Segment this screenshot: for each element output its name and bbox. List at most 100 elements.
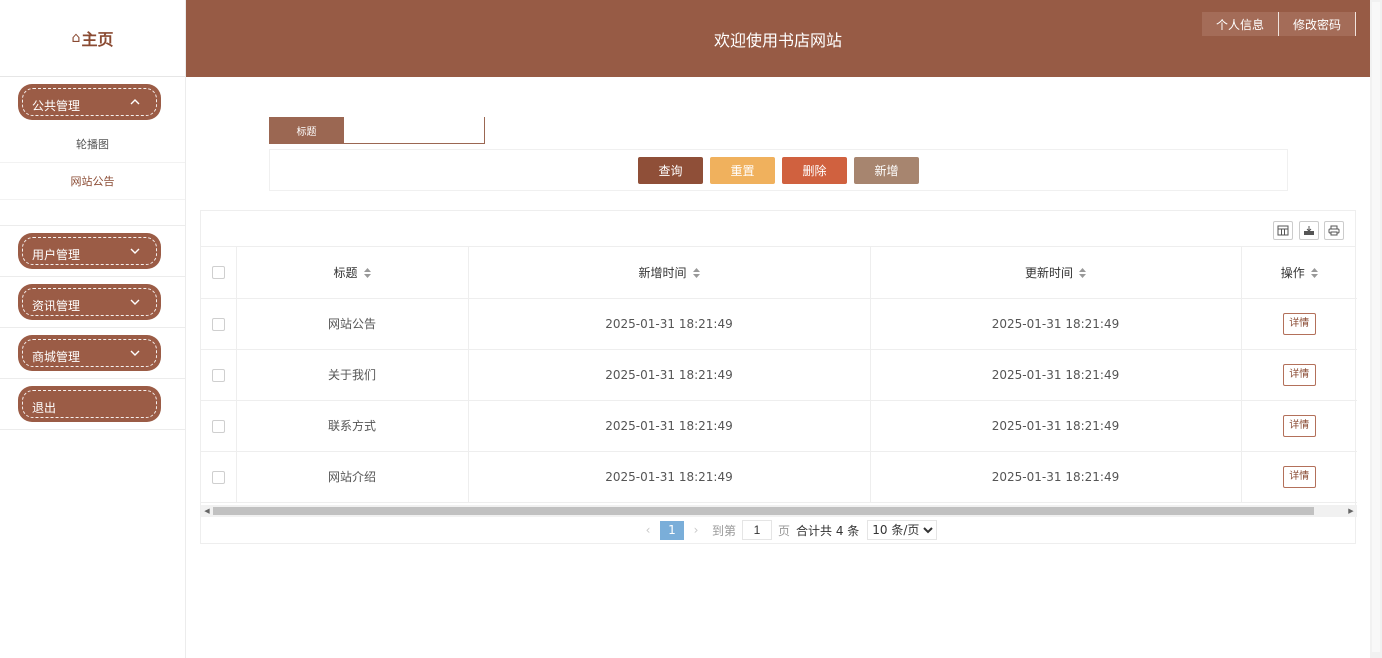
cell-updated: 2025-01-31 18:21:49 (870, 400, 1242, 452)
row-checkbox[interactable] (211, 419, 225, 433)
menu-group-news: 资讯管理 (0, 277, 185, 328)
select-all-checkbox[interactable] (211, 266, 225, 280)
menu-mall-management[interactable]: 商城管理 (18, 335, 161, 371)
title-search-input[interactable] (344, 117, 485, 144)
cell-title: 网站介绍 (236, 451, 469, 503)
action-bar: 查询 重置 删除 新增 (269, 149, 1288, 191)
cell-updated: 2025-01-31 18:21:49 (870, 298, 1242, 350)
menu-label: 退出 (32, 401, 57, 415)
cell-actions: 详情 (1241, 451, 1357, 503)
page-title: 欢迎使用书店网站 (713, 31, 842, 50)
row-select-cell (201, 400, 237, 452)
query-button[interactable]: 查询 (638, 157, 703, 184)
menu-group-users: 用户管理 (0, 226, 185, 277)
cell-created: 2025-01-31 18:21:49 (468, 349, 871, 401)
table-row: 关于我们 2025-01-31 18:21:49 2025-01-31 18:2… (201, 349, 1357, 401)
column-label: 新增时间 (638, 265, 687, 280)
top-header: 欢迎使用书店网站 个人信息 修改密码 (186, 0, 1370, 77)
header-actions: 个人信息 修改密码 (1201, 12, 1356, 36)
menu-group-mall: 商城管理 (0, 328, 185, 379)
menu-news-management[interactable]: 资讯管理 (18, 284, 161, 320)
goto-label: 到第 (712, 523, 737, 538)
menu-label: 商城管理 (32, 350, 81, 364)
menu-label: 资讯管理 (32, 299, 81, 313)
cell-created: 2025-01-31 18:21:49 (468, 298, 871, 350)
column-label: 标题 (333, 265, 358, 280)
search-label: 标题 (269, 117, 344, 144)
menu-label: 用户管理 (32, 248, 81, 262)
row-select-cell (201, 349, 237, 401)
scroll-right-icon[interactable]: ▶ (1345, 505, 1357, 517)
cell-title: 关于我们 (236, 349, 469, 401)
cell-actions: 详情 (1241, 400, 1357, 452)
table-panel: 标题 新增时间 更新时间 操作 网站公告 2025-01-31 18:21:49… (200, 210, 1357, 544)
column-header-created[interactable]: 新增时间 (468, 247, 871, 299)
detail-button[interactable]: 详情 (1282, 312, 1316, 335)
table-row: 联系方式 2025-01-31 18:21:49 2025-01-31 18:2… (201, 400, 1357, 452)
export-icon[interactable] (1299, 221, 1319, 240)
column-label: 操作 (1280, 265, 1305, 280)
chevron-down-icon (129, 245, 141, 257)
sidebar-item-carousel[interactable]: 轮播图 (0, 120, 185, 163)
column-header-updated[interactable]: 更新时间 (870, 247, 1242, 299)
table-header-row: 标题 新增时间 更新时间 操作 (201, 247, 1357, 299)
print-icon[interactable] (1324, 221, 1344, 240)
home-logo[interactable]: ⌂ 主页 (0, 0, 185, 77)
sort-icon (1079, 267, 1086, 278)
menu-public-management[interactable]: 公共管理 (18, 84, 161, 120)
row-checkbox[interactable] (211, 368, 225, 382)
page-unit-label: 页 (778, 523, 791, 538)
total-count: 合计共 4 条 (796, 523, 860, 538)
data-table: 标题 新增时间 更新时间 操作 网站公告 2025-01-31 18:21:49… (201, 247, 1357, 503)
reset-button[interactable]: 重置 (710, 157, 775, 184)
cell-created: 2025-01-31 18:21:49 (468, 400, 871, 452)
scroll-left-icon[interactable]: ◀ (201, 505, 213, 517)
sort-icon (1310, 267, 1318, 278)
profile-button[interactable]: 个人信息 (1201, 12, 1279, 36)
row-checkbox[interactable] (211, 470, 225, 484)
cell-updated: 2025-01-31 18:21:49 (870, 451, 1242, 503)
select-all-cell (201, 247, 237, 299)
add-button[interactable]: 新增 (854, 157, 919, 184)
goto-page-input[interactable] (742, 520, 773, 540)
table-toolbar (201, 211, 1355, 247)
submenu-public: 轮播图 网站公告 (0, 120, 185, 218)
detail-button[interactable]: 详情 (1282, 414, 1316, 437)
row-select-cell (201, 451, 237, 503)
row-checkbox[interactable] (211, 317, 225, 331)
menu-group-public: 公共管理 轮播图 网站公告 (0, 77, 185, 226)
cell-title: 网站公告 (236, 298, 469, 350)
logout-button[interactable]: 退出 (18, 386, 161, 422)
home-title: 主页 (81, 30, 114, 49)
sort-icon (692, 267, 700, 278)
sidebar-item-announcement[interactable]: 网站公告 (0, 163, 185, 200)
table-row: 网站介绍 2025-01-31 18:21:49 2025-01-31 18:2… (201, 451, 1357, 503)
detail-button[interactable]: 详情 (1282, 465, 1316, 488)
cell-created: 2025-01-31 18:21:49 (468, 451, 871, 503)
chevron-down-icon (129, 296, 141, 308)
menu-user-management[interactable]: 用户管理 (18, 233, 161, 269)
pagination: ‹ 1 › 到第 页 合计共 4 条 10 条/页 (640, 519, 938, 541)
cell-title: 联系方式 (236, 400, 469, 452)
chevron-up-icon (129, 96, 141, 108)
column-label: 更新时间 (1024, 265, 1073, 280)
next-page-icon[interactable]: › (688, 523, 704, 537)
page-size-select[interactable]: 10 条/页 (867, 520, 938, 540)
table-horizontal-scrollbar[interactable]: ◀ ▶ (201, 505, 1357, 517)
detail-button[interactable]: 详情 (1282, 363, 1316, 386)
scrollbar-thumb[interactable] (213, 507, 1314, 515)
column-header-title[interactable]: 标题 (236, 247, 469, 299)
chevron-down-icon (129, 347, 141, 359)
page-scrollbar[interactable] (1370, 0, 1382, 658)
column-header-actions[interactable]: 操作 (1241, 247, 1357, 299)
prev-page-icon[interactable]: ‹ (640, 523, 656, 537)
change-password-button[interactable]: 修改密码 (1278, 12, 1356, 36)
page-number-current[interactable]: 1 (660, 520, 684, 540)
search-row: 标题 (269, 117, 485, 144)
menu-group-logout: 退出 (0, 379, 185, 430)
home-icon: ⌂ (71, 30, 81, 46)
sidebar: ⌂ 主页 公共管理 轮播图 网站公告 用户管理 资讯管理 商城管理 退出 (0, 0, 186, 658)
delete-button[interactable]: 删除 (782, 157, 847, 184)
columns-icon[interactable] (1273, 221, 1293, 240)
row-select-cell (201, 298, 237, 350)
